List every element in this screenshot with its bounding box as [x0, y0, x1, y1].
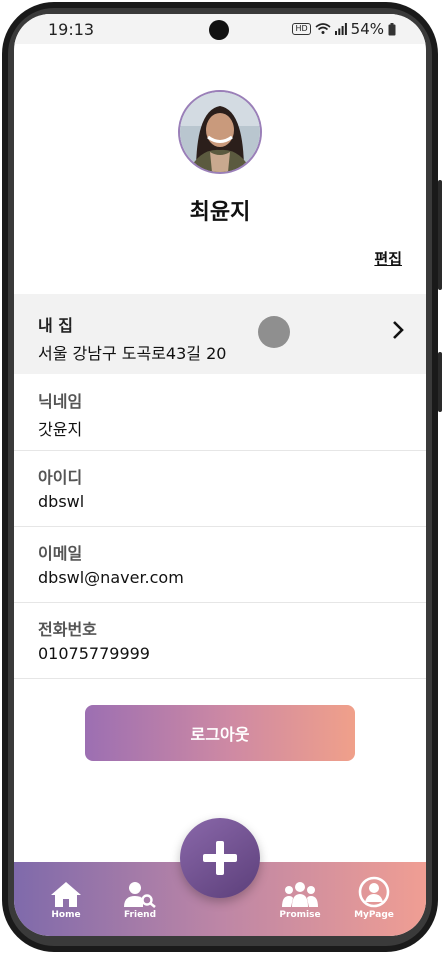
email-label: 이메일 [38, 544, 83, 563]
phone-row: 전화번호 01075779999 [14, 602, 426, 679]
friend-search-icon [124, 882, 156, 908]
battery-icon [388, 22, 396, 35]
tab-promise-label: Promise [279, 910, 321, 920]
volume-button [438, 180, 442, 290]
group-icon [282, 882, 318, 907]
email-value: dbswl@naver.com [38, 568, 184, 587]
tab-friend-label: Friend [123, 910, 157, 920]
battery-percent: 54% [350, 20, 384, 38]
status-icons: HD 54% [292, 20, 396, 38]
id-value: dbswl [38, 492, 85, 511]
screen: 19:13 HD 54% 최윤지 편집 내 집 서울 강남구 도곡로43길 20… [14, 14, 426, 936]
tab-promise[interactable]: Promise [265, 862, 335, 936]
chevron-right-icon [393, 321, 404, 339]
plus-icon [203, 841, 237, 875]
signal-icon [334, 23, 347, 35]
front-camera [209, 20, 229, 40]
phone-label: 전화번호 [38, 620, 97, 639]
email-row: 이메일 dbswl@naver.com [14, 526, 426, 603]
home-icon [51, 882, 81, 907]
power-button [438, 352, 442, 412]
tab-home[interactable]: Home [31, 862, 101, 936]
touch-indicator [258, 316, 290, 348]
nickname-value: 갓윤지 [38, 420, 83, 439]
hd-icon: HD [292, 23, 311, 35]
nickname-row: 닉네임 갓윤지 [14, 374, 426, 451]
id-label: 아이디 [38, 468, 83, 487]
status-time: 19:13 [48, 20, 95, 39]
home-label: 내 집 [38, 316, 74, 335]
avatar-photo [180, 92, 260, 172]
profile-name: 최윤지 [189, 200, 251, 225]
phone-value: 01075779999 [38, 644, 150, 663]
logout-button[interactable]: 로그아웃 [85, 705, 355, 761]
wifi-icon [315, 23, 331, 34]
avatar[interactable] [178, 90, 262, 174]
user-circle-icon [358, 876, 390, 908]
edit-link[interactable]: 편집 [374, 248, 402, 269]
tab-mypage-label: MyPage [354, 910, 394, 920]
id-row: 아이디 dbswl [14, 450, 426, 527]
tab-friend[interactable]: Friend [105, 862, 175, 936]
home-address-row[interactable]: 내 집 서울 강남구 도곡로43길 20 [14, 294, 426, 374]
home-address: 서울 강남구 도곡로43길 20 [38, 344, 227, 363]
tab-home-label: Home [51, 910, 81, 920]
status-bar: 19:13 HD 54% [14, 14, 426, 44]
add-promise-button[interactable] [180, 818, 260, 898]
tab-mypage[interactable]: MyPage [339, 862, 409, 936]
nickname-label: 닉네임 [38, 392, 83, 411]
